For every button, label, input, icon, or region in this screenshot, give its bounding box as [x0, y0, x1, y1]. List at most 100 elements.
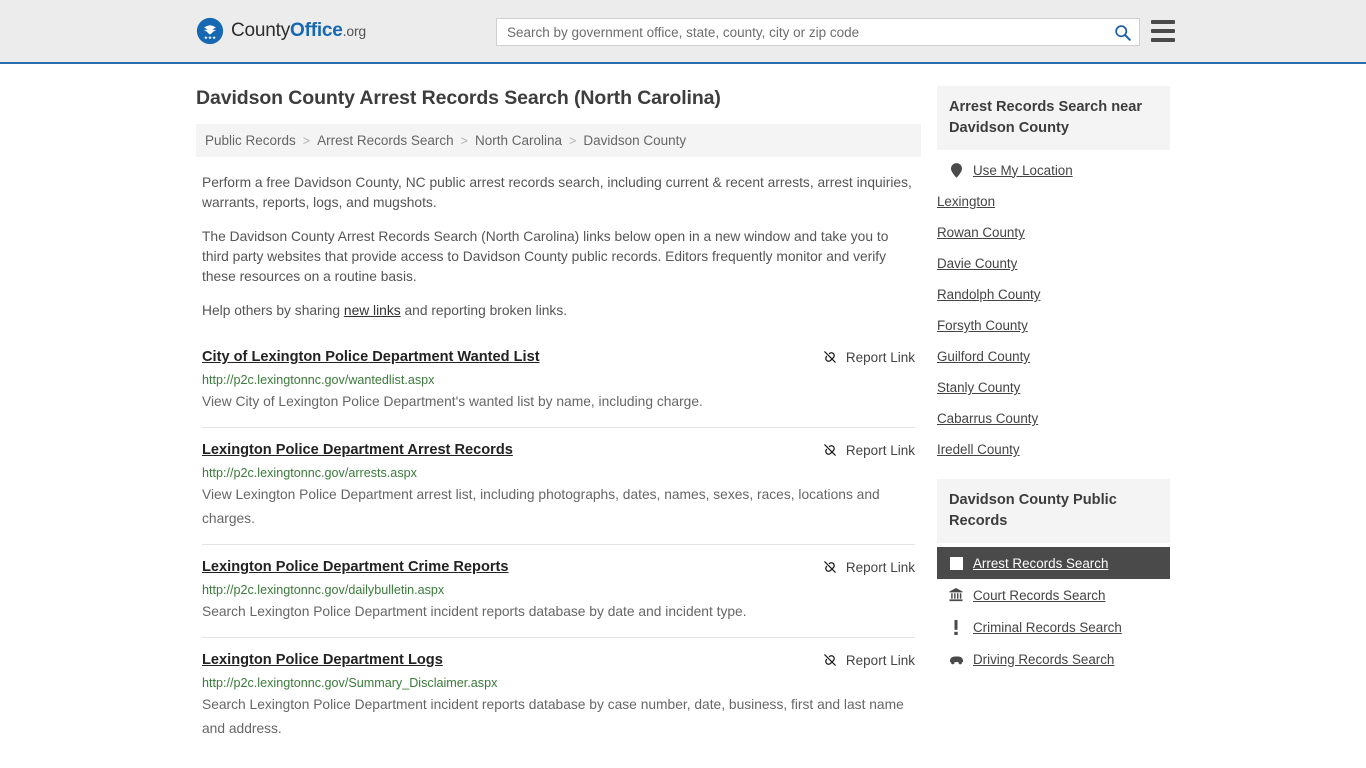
result-item: City of Lexington Police Department Want… [202, 335, 915, 427]
result-url[interactable]: http://p2c.lexingtonnc.gov/wantedlist.as… [202, 372, 915, 388]
nearby-searches-list: Use My Location Lexington Rowan County D… [937, 150, 1170, 465]
sidebar-item-label: Use My Location [972, 162, 1073, 178]
result-item: Lexington Police Department Logs Report … [202, 637, 915, 754]
breadcrumb-separator: > [460, 133, 468, 148]
intro-p3-before: Help others by sharing [202, 303, 344, 318]
report-link-button[interactable]: Report Link [822, 348, 915, 365]
page-title: Davidson County Arrest Records Search (N… [196, 87, 721, 109]
site-logo-text: CountyOffice.org [231, 20, 366, 42]
page-container: Davidson County Arrest Records Search (N… [0, 64, 1366, 754]
result-description: Search Lexington Police Department incid… [202, 697, 904, 736]
intro-p3-after: and reporting broken links. [400, 303, 568, 318]
broken-link-icon [824, 351, 836, 363]
sidebar-item-criminal-records-search[interactable]: Criminal Records Search [937, 611, 1170, 643]
report-link-button[interactable]: Report Link [822, 558, 915, 575]
search-icon [1114, 24, 1131, 41]
main-column: Davidson County Arrest Records Search (N… [196, 86, 921, 754]
sidebar-item-davie-county[interactable]: Davie County [937, 248, 1170, 279]
result-item: Lexington Police Department Crime Report… [202, 544, 915, 637]
broken-link-icon [824, 444, 836, 456]
site-header: CountyOffice.org [0, 0, 1366, 64]
nearby-searches-heading: Arrest Records Search near Davidson Coun… [936, 86, 1170, 150]
result-title-link[interactable]: Lexington Police Department Arrest Recor… [202, 441, 513, 459]
intro-paragraph-3: Help others by sharing new links and rep… [202, 301, 915, 321]
sidebar-item-label: Criminal Records Search [972, 619, 1122, 635]
county-office-logo-icon [196, 17, 224, 45]
sidebar-item-forsyth-county[interactable]: Forsyth County [937, 310, 1170, 341]
new-links-link[interactable]: new links [344, 303, 401, 318]
sidebar-item-guilford-county[interactable]: Guilford County [937, 341, 1170, 372]
report-link-label: Report Link [845, 349, 915, 365]
broken-link-icon [824, 561, 836, 573]
result-item: Lexington Police Department Arrest Recor… [202, 427, 915, 544]
results-list: City of Lexington Police Department Want… [196, 335, 921, 754]
report-link-button[interactable]: Report Link [822, 651, 915, 668]
sidebar-item-label: Lexington [936, 194, 996, 209]
logo-text-county: County [231, 20, 291, 41]
exclamation-icon [949, 619, 964, 635]
result-description: View Lexington Police Department arrest … [202, 487, 880, 526]
breadcrumb-item-3[interactable]: Davidson County [583, 133, 686, 148]
logo-text-org: .org [342, 23, 367, 39]
intro-paragraph-1: Perform a free Davidson County, NC publi… [202, 175, 912, 210]
sidebar-item-label: Davie County [936, 256, 1018, 271]
result-url[interactable]: http://p2c.lexingtonnc.gov/arrests.aspx [202, 465, 915, 481]
car-icon [949, 651, 964, 667]
public-records-heading: Davidson County Public Records [936, 479, 1170, 543]
courthouse-icon [949, 587, 964, 603]
sidebar-item-label: Rowan County [936, 225, 1025, 240]
sidebar-item-label: Arrest Records Search [972, 555, 1109, 571]
breadcrumb-separator: > [302, 133, 311, 148]
hamburger-bar-1 [1151, 20, 1175, 24]
fingerprint-icon [949, 555, 964, 571]
sidebar-item-iredell-county[interactable]: Iredell County [937, 434, 1170, 465]
report-link-label: Report Link [845, 652, 915, 668]
sidebar-item-label: Randolph County [936, 287, 1041, 302]
sidebar-item-lexington[interactable]: Lexington [937, 186, 1170, 217]
public-records-list: Arrest Records Search Court Records Sear… [936, 543, 1170, 675]
breadcrumb-item-1[interactable]: Arrest Records Search [317, 133, 454, 148]
sidebar-item-label: Court Records Search [972, 587, 1106, 603]
sidebar-item-driving-records-search[interactable]: Driving Records Search [937, 643, 1170, 675]
search-input[interactable] [497, 19, 1105, 45]
hamburger-bar-2 [1151, 29, 1175, 33]
intro-paragraph-2: The Davidson County Arrest Records Searc… [202, 229, 889, 284]
logo-text-office: Office [290, 20, 343, 41]
sidebar-item-rowan-county[interactable]: Rowan County [937, 217, 1170, 248]
site-logo[interactable]: CountyOffice.org [196, 17, 366, 45]
result-title-link[interactable]: Lexington Police Department Crime Report… [202, 558, 509, 576]
result-description: Search Lexington Police Department incid… [202, 604, 747, 619]
sidebar-item-use-my-location[interactable]: Use My Location [937, 154, 1170, 186]
result-title-link[interactable]: Lexington Police Department Logs [202, 651, 443, 669]
sidebar-item-cabarrus-county[interactable]: Cabarrus County [937, 403, 1170, 434]
public-records-box: Davidson County Public Records Arrest Re… [936, 479, 1170, 675]
hamburger-bar-3 [1151, 38, 1175, 42]
map-pin-icon [949, 162, 964, 178]
breadcrumb-item-0[interactable]: Public Records [205, 133, 296, 148]
sidebar-item-label: Stanly County [936, 380, 1021, 395]
breadcrumb-separator: > [569, 133, 577, 148]
sidebar-item-label: Forsyth County [936, 318, 1028, 333]
breadcrumb-item-2[interactable]: North Carolina [475, 133, 562, 148]
nearby-searches-box: Arrest Records Search near Davidson Coun… [936, 86, 1170, 465]
result-url[interactable]: http://p2c.lexingtonnc.gov/dailybulletin… [202, 582, 915, 598]
result-title-link[interactable]: City of Lexington Police Department Want… [202, 348, 540, 366]
breadcrumb: Public Records > Arrest Records Search >… [196, 124, 921, 157]
hamburger-menu-icon[interactable] [1151, 20, 1175, 42]
sidebar-item-label: Cabarrus County [936, 411, 1039, 426]
sidebar-item-label: Driving Records Search [972, 651, 1115, 667]
intro-text: Perform a free Davidson County, NC publi… [196, 157, 921, 321]
sidebar-item-randolph-county[interactable]: Randolph County [937, 279, 1170, 310]
broken-link-icon [824, 654, 836, 666]
sidebar: Arrest Records Search near Davidson Coun… [936, 86, 1170, 754]
result-url[interactable]: http://p2c.lexingtonnc.gov/Summary_Discl… [202, 675, 915, 691]
search-bar [496, 18, 1140, 46]
sidebar-item-stanly-county[interactable]: Stanly County [937, 372, 1170, 403]
sidebar-item-label: Iredell County [936, 442, 1020, 457]
sidebar-item-arrest-records-search[interactable]: Arrest Records Search [936, 547, 1170, 579]
report-link-button[interactable]: Report Link [822, 441, 915, 458]
report-link-label: Report Link [845, 559, 915, 575]
sidebar-item-court-records-search[interactable]: Court Records Search [937, 579, 1170, 611]
search-button[interactable] [1105, 19, 1139, 45]
sidebar-item-label: Guilford County [936, 349, 1031, 364]
